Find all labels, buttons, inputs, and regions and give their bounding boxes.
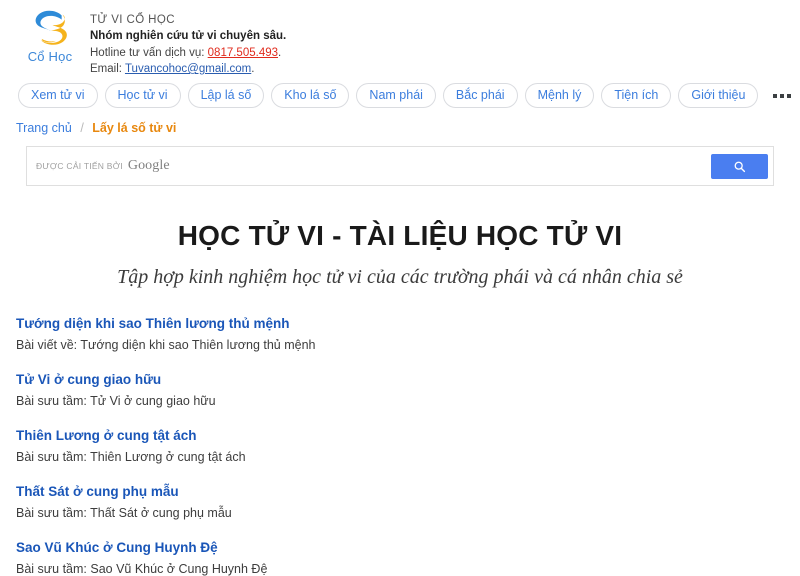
brand-name: TỬ VI CỔ HỌC: [90, 14, 175, 26]
email-suffix: .: [251, 62, 255, 75]
breadcrumb-separator: /: [80, 121, 84, 136]
google-cse-branding: ĐƯỢC CẢI TIẾN BỞI Google: [36, 158, 170, 174]
list-item: Sao Vũ Khúc ở Cung Huynh Đệ Bài sưu tầm:…: [16, 540, 800, 576]
email-address-link[interactable]: Tuvancohoc@gmail.com: [125, 63, 251, 75]
breadcrumb-home-link[interactable]: Trang chủ: [16, 121, 72, 135]
site-logo[interactable]: Cổ Học: [14, 8, 86, 64]
hotline-label: Hotline tư vấn dịch vụ:: [90, 46, 205, 59]
page-subtitle: Tập hợp kinh nghiệm học tử vi của các tr…: [117, 266, 683, 289]
nav-item-xem-tu-vi[interactable]: Xem tử vi: [18, 83, 98, 109]
email-label: Email:: [90, 62, 122, 75]
article-title-link[interactable]: Thất Sát ở cung phụ mẫu: [16, 484, 800, 499]
header-contact-block: TỬ VI CỔ HỌC Nhóm nghiên cứu tử vi chuyê…: [90, 8, 286, 77]
nav-item-lap-la-so[interactable]: Lập lá số: [187, 83, 265, 109]
article-description: Bài sưu tầm: Thiên Lương ở cung tật ách: [16, 450, 246, 465]
site-header: Cổ Học TỬ VI CỔ HỌC Nhóm nghiên cứu tử v…: [0, 0, 800, 77]
nav-item-gioi-thieu[interactable]: Giới thiệu: [678, 83, 759, 109]
nav-item-menh-ly[interactable]: Mệnh lý: [524, 83, 595, 109]
search-spacer: [701, 146, 711, 187]
search-button-cell: [711, 146, 774, 187]
list-item: Thiên Lương ở cung tật ách Bài sưu tầm: …: [16, 428, 800, 464]
article-description: Bài sưu tầm: Sao Vũ Khúc ở Cung Huynh Đệ: [16, 562, 268, 576]
hotline-number-link[interactable]: 0817.505.493: [208, 47, 278, 59]
ellipsis-icon[interactable]: [767, 94, 797, 98]
nav-item-kho-la-so[interactable]: Kho lá số: [271, 83, 350, 109]
hotline-suffix: .: [278, 46, 282, 59]
nav-item-bac-phai[interactable]: Bắc phái: [442, 83, 518, 109]
article-description: Bài viết về: Tướng diện khi sao Thiên lư…: [16, 338, 316, 353]
google-wordmark: Google: [127, 158, 170, 174]
logo-wordmark: Cổ Học: [27, 49, 73, 64]
search-icon: [734, 161, 746, 172]
logo-s-mark: [35, 10, 67, 45]
brand-tagline: Nhóm nghiên cứu tử vi chuyên sâu.: [90, 30, 287, 43]
cse-powered-by-label: ĐƯỢC CẢI TIẾN BỞI: [36, 161, 123, 172]
breadcrumb: Trang chủ / Lấy lá số tử vi: [0, 112, 800, 139]
page-title: HỌC TỬ VI - TÀI LIỆU HỌC TỬ VI: [177, 220, 623, 252]
email-line: Email: Tuvancohoc@gmail.com.: [90, 61, 286, 77]
article-title-link[interactable]: Tử Vi ở cung giao hữu: [16, 372, 800, 387]
article-description: Bài sưu tầm: Thất Sát ở cung phụ mẫu: [16, 506, 232, 521]
search-submit-button[interactable]: [711, 153, 768, 179]
list-item: Tử Vi ở cung giao hữu Bài sưu tầm: Tử Vi…: [16, 372, 800, 408]
nav-item-nam-phai[interactable]: Nam phái: [356, 83, 436, 109]
article-description: Bài sưu tầm: Tử Vi ở cung giao hữu: [16, 394, 216, 409]
article-title-link[interactable]: Tướng diện khi sao Thiên lương thủ mệnh: [16, 316, 800, 331]
article-title-link[interactable]: Thiên Lương ở cung tật ách: [16, 428, 800, 443]
breadcrumb-current: Lấy lá số tử vi: [92, 121, 177, 136]
nav-item-tien-ich[interactable]: Tiện ích: [601, 83, 672, 109]
main-navigation: Xem tử vi Học tử vi Lập lá số Kho lá số …: [0, 77, 800, 112]
search-bar: ĐƯỢC CẢI TIẾN BỞI Google: [26, 146, 774, 187]
article-list: Tướng diện khi sao Thiên lương thủ mệnh …: [0, 316, 800, 576]
list-item: Tướng diện khi sao Thiên lương thủ mệnh …: [16, 316, 800, 352]
nav-item-hoc-tu-vi[interactable]: Học tử vi: [104, 83, 181, 109]
hotline-line: Hotline tư vấn dịch vụ: 0817.505.493.: [90, 45, 286, 61]
list-item: Thất Sát ở cung phụ mẫu Bài sưu tầm: Thấ…: [16, 484, 800, 520]
article-title-link[interactable]: Sao Vũ Khúc ở Cung Huynh Đệ: [16, 540, 800, 555]
search-input[interactable]: ĐƯỢC CẢI TIẾN BỞI Google: [26, 146, 701, 187]
